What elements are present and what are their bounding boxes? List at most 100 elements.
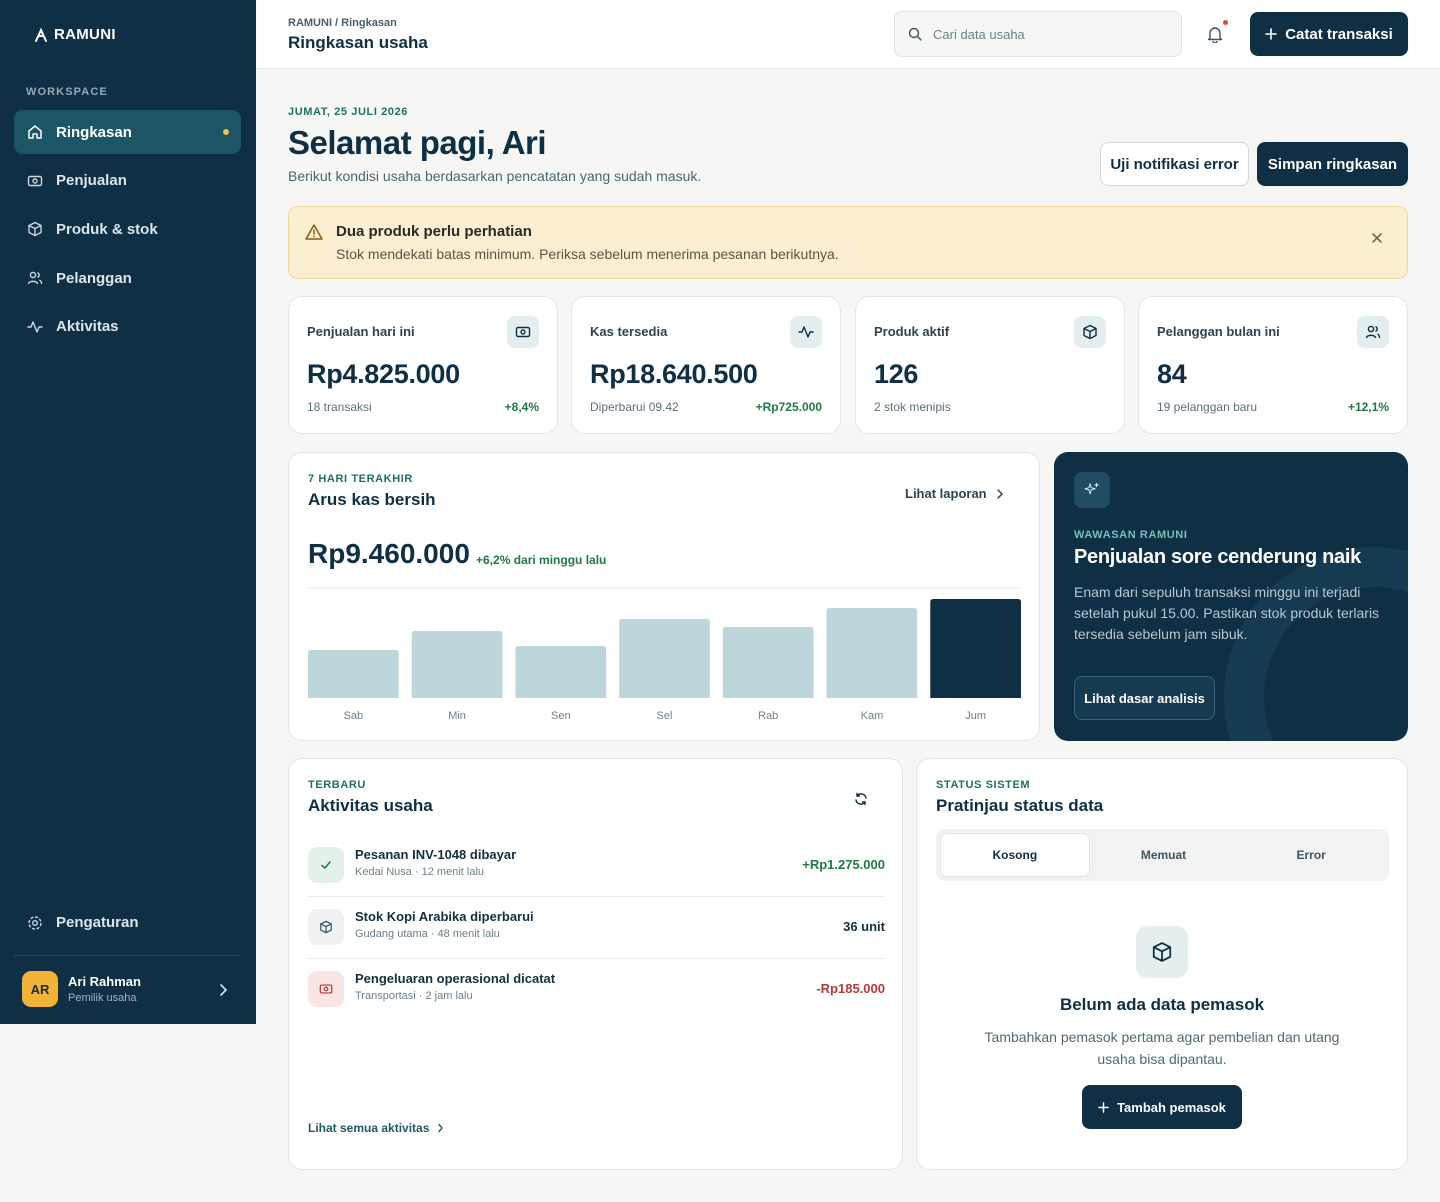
activity-item-title: Stok Kopi Arabika diperbarui: [355, 909, 534, 924]
sidebar-item-pengaturan[interactable]: Pengaturan: [27, 914, 139, 931]
users-icon: [27, 271, 43, 285]
search-box: [894, 11, 1182, 57]
user-name: Ari Rahman: [68, 974, 141, 989]
chart-bar-sel: [619, 619, 710, 698]
chart-bar-sen: [515, 646, 607, 698]
sidebar-item-produk[interactable]: Produk & stok: [14, 207, 241, 251]
chart-tick-label: Rab: [758, 710, 778, 722]
activity-item-amount: -Rp185.000: [816, 981, 885, 996]
stat-footnote: 19 pelanggan baru: [1157, 400, 1258, 414]
test-error-button[interactable]: Uji notifikasi error: [1100, 142, 1249, 186]
stat-footnote: 18 transaksi: [307, 400, 372, 414]
stat-footnote: 2 stok menipis: [874, 400, 951, 414]
workspace-label: WORKSPACE: [26, 86, 108, 98]
stat-card-sales: Penjualan hari ini Rp4.825.000 18 transa…: [288, 296, 558, 434]
activity-item-meta: Gudang utama · 48 menit lalu: [355, 928, 500, 940]
settings-label: Pengaturan: [56, 914, 139, 931]
activity-item-title: Pesanan INV-1048 dibayar: [355, 847, 517, 862]
insight-title: Penjualan sore cenderung naik: [1074, 546, 1361, 568]
refresh-icon[interactable]: [854, 792, 868, 806]
stat-label: Kas tersedia: [590, 324, 668, 339]
cashflow-bar-chart: Sab Min Sen Sel Rab Kam Jum: [308, 587, 1021, 722]
chart-bar-sab: [308, 650, 399, 698]
greeting-subtitle: Berikut kondisi usaha berdasarkan pencat…: [288, 168, 702, 184]
sidebar-item-aktivitas[interactable]: Aktivitas: [14, 305, 241, 349]
view-analysis-button[interactable]: Lihat dasar analisis: [1074, 676, 1215, 720]
brand-name: RAMUNI: [54, 26, 116, 43]
activity-eyebrow: TERBARU: [308, 779, 366, 791]
chart-bar-min: [411, 631, 503, 698]
sidebar-item-label: Pelanggan: [56, 269, 132, 287]
box-icon: [28, 222, 42, 237]
chart-bar-jum: [930, 599, 1021, 698]
stat-delta: +12,1%: [1347, 400, 1389, 414]
bell-icon[interactable]: [1206, 25, 1224, 43]
cash-icon: [308, 971, 344, 1007]
tab-error[interactable]: Error: [1237, 833, 1385, 877]
view-all-label: Lihat semua aktivitas: [308, 1121, 430, 1135]
stat-value: Rp4.825.000: [307, 359, 460, 389]
stat-delta: +8,4%: [504, 400, 539, 414]
box-icon: [1074, 316, 1106, 348]
chart-tick-label: Min: [448, 710, 466, 722]
new-transaction-button[interactable]: Catat transaksi: [1250, 12, 1408, 56]
chevron-right-icon[interactable]: [218, 983, 228, 997]
insight-eyebrow: WAWASAN RAMUNI: [1074, 529, 1188, 541]
date-label: JUMAT, 25 JULI 2026: [288, 106, 409, 118]
sidebar-item-label: Penjualan: [56, 172, 127, 190]
sidebar-item-label: Ringkasan: [56, 123, 132, 141]
tab-kosong[interactable]: Kosong: [940, 833, 1090, 877]
stock-alert: Dua produk perlu perhatian Stok mendekat…: [288, 206, 1408, 279]
plus-icon: [1098, 1101, 1109, 1113]
chart-bar-kam: [826, 608, 918, 698]
save-summary-button[interactable]: Simpan ringkasan: [1257, 142, 1408, 186]
close-icon[interactable]: [1370, 231, 1384, 245]
search-icon: [908, 27, 922, 41]
chart-tick-label: Sen: [551, 710, 571, 722]
activity-item-meta: Transportasi · 2 jam lalu: [355, 990, 473, 1002]
activity-item-amount: 36 unit: [843, 919, 885, 934]
box-icon: [1136, 926, 1188, 978]
tab-memuat[interactable]: Memuat: [1090, 833, 1238, 877]
sidebar-item-label: Aktivitas: [56, 318, 119, 336]
stat-label: Produk aktif: [874, 324, 950, 339]
stat-value: 126: [874, 359, 919, 389]
gear-icon: [28, 915, 42, 930]
stat-card-cash: Kas tersedia Rp18.640.500 Diperbarui 09.…: [571, 296, 841, 434]
activity-title: Aktivitas usaha: [308, 796, 433, 815]
alert-title: Dua produk perlu perhatian: [336, 223, 532, 240]
stat-card-customers: Pelanggan bulan ini 84 19 pelanggan baru…: [1138, 296, 1408, 434]
cash-icon: [27, 175, 43, 186]
sidebar: RAMUNI WORKSPACE Ringkasan Penjualan Pro…: [0, 0, 256, 1024]
activity-icon: [790, 316, 822, 348]
add-supplier-button[interactable]: Tambah pemasok: [1082, 1085, 1242, 1129]
sidebar-item-penjualan[interactable]: Penjualan: [14, 159, 241, 203]
sidebar-item-label: Produk & stok: [56, 220, 158, 238]
user-profile[interactable]: AR Ari Rahman Pemilik usaha: [22, 971, 141, 1007]
chart-bar-rab: [722, 627, 814, 698]
search-input[interactable]: [933, 26, 1153, 42]
users-icon: [1357, 316, 1389, 348]
chart-tick-label: Sab: [344, 710, 364, 722]
status-eyebrow: STATUS SISTEM: [936, 779, 1031, 791]
stat-delta: +Rp725.000: [755, 400, 822, 414]
status-segmented-control: Kosong Memuat Error: [936, 829, 1389, 881]
stat-footnote: Diperbarui 09.42: [590, 400, 679, 414]
view-all-activity-link[interactable]: Lihat semua aktivitas: [308, 1121, 444, 1135]
activity-item-meta: Kedai Nusa · 12 menit lalu: [355, 866, 485, 878]
notification-dot: [1223, 20, 1228, 25]
list-item[interactable]: Pesanan INV-1048 dibayar Kedai Nusa · 12…: [308, 835, 885, 897]
sidebar-item-pelanggan[interactable]: Pelanggan: [14, 256, 241, 300]
warning-icon: [305, 224, 323, 240]
breadcrumb: RAMUNI / Ringkasan: [288, 17, 397, 29]
insight-text: Enam dari sepuluh transaksi minggu ini t…: [1074, 584, 1380, 642]
activity-icon: [27, 321, 43, 333]
sidebar-item-ringkasan[interactable]: Ringkasan: [14, 110, 241, 154]
user-role: Pemilik usaha: [68, 992, 137, 1004]
brand-logo[interactable]: RAMUNI: [34, 26, 116, 43]
list-item[interactable]: Stok Kopi Arabika diperbarui Gudang utam…: [308, 897, 885, 959]
plus-icon: [1265, 28, 1278, 40]
status-card: STATUS SISTEM Pratinjau status data Koso…: [916, 758, 1408, 1170]
list-item[interactable]: Pengeluaran operasional dicatat Transpor…: [308, 959, 885, 1021]
alert-text: Stok mendekati batas minimum. Periksa se…: [336, 246, 839, 262]
